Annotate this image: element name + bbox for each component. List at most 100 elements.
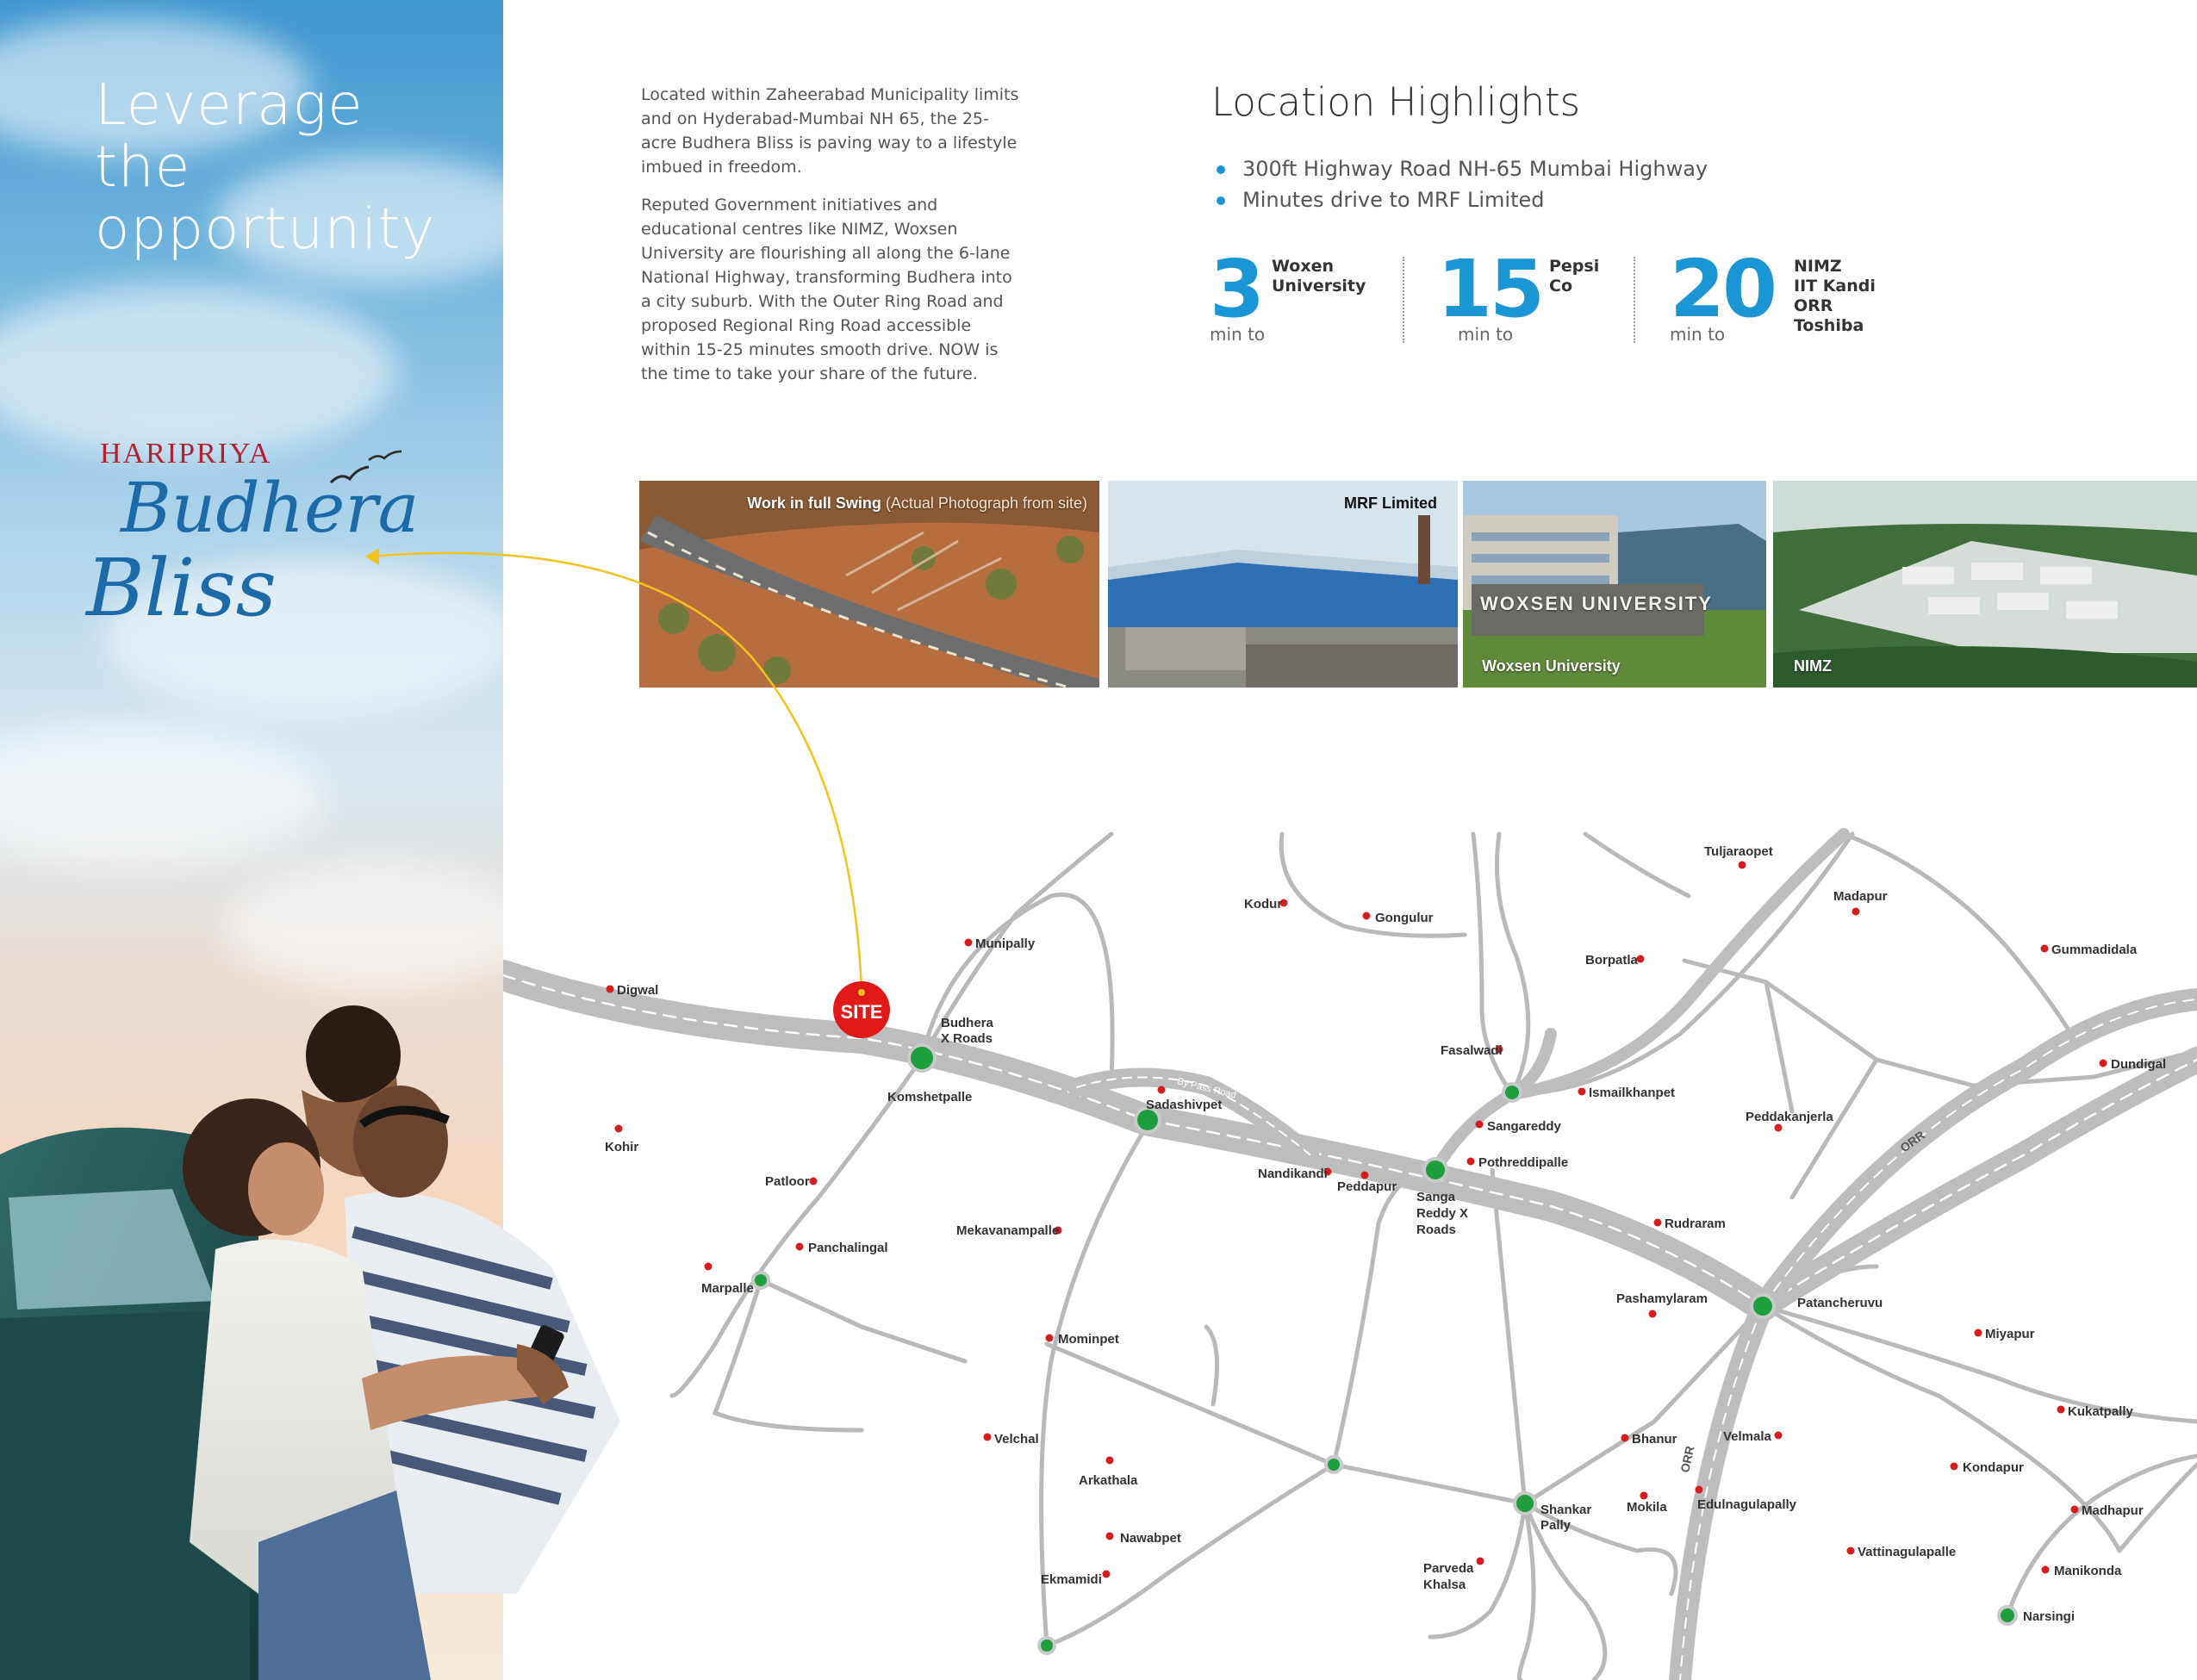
highlights-list: 300ft Highway Road NH-65 Mumbai Highway … xyxy=(1215,153,1708,215)
place-label: Peddakanjerla xyxy=(1746,1110,1833,1124)
stat-destination: NIMZ IIT Kandi ORR Toshiba xyxy=(1794,257,1876,336)
woxsen-photo-caption: Woxsen University xyxy=(1482,657,1621,675)
stat-pepsi: 15 min to Pepsi Co xyxy=(1437,243,1627,353)
page-headline: Leverage the opportunity xyxy=(95,74,474,260)
intro-paragraph: Located within Zaheerabad Municipality l… xyxy=(641,85,1019,177)
stat-divider xyxy=(1634,257,1635,343)
place-label: Kondapur xyxy=(1963,1460,2024,1475)
place-label: Pally xyxy=(1540,1518,1572,1533)
project-name-line: Bliss xyxy=(86,542,277,634)
stat-nimz: 20 min to NIMZ IIT Kandi ORR Toshiba xyxy=(1670,243,1894,353)
headline-line: opportunity xyxy=(95,196,436,262)
nimz-photo: NIMZ xyxy=(1773,481,2197,688)
place-label: Arkathala xyxy=(1079,1473,1138,1488)
site-photo-caption: Work in full Swing (Actual Photograph fr… xyxy=(747,495,1087,513)
site-label: SITE xyxy=(841,1001,883,1023)
site-photo-caption-sub: (Actual Photograph from site) xyxy=(885,495,1087,512)
place-label: Sadashivpet xyxy=(1146,1098,1222,1112)
intro-paragraph: Reputed Government initiatives and educa… xyxy=(641,196,1012,383)
place-label: Digwal xyxy=(617,983,658,998)
woxsen-sign: WOXSEN UNIVERSITY xyxy=(1480,593,1713,614)
junction-shankar-pally xyxy=(1513,1491,1537,1515)
woxsen-photo: WOXSEN UNIVERSITY Woxsen University xyxy=(1463,481,1766,688)
place-label: Patloor xyxy=(765,1174,810,1189)
stat-woxen: 3 min to Woxen University xyxy=(1210,243,1399,353)
place-label: X Roads xyxy=(941,1031,993,1046)
junction-marpalle xyxy=(751,1271,770,1290)
nimz-photo-image xyxy=(1773,481,2197,688)
nimz-photo-caption: NIMZ xyxy=(1794,657,1832,675)
place-label: Gongulur xyxy=(1375,911,1434,925)
headline-line: the xyxy=(95,134,191,200)
place-label: Nawabpet xyxy=(1120,1531,1181,1546)
orr-label: ORR xyxy=(1677,1445,1696,1474)
location-highlights-title: Location Highlights xyxy=(1211,79,1581,125)
place-label: Bhanur xyxy=(1632,1432,1677,1447)
place-label: Dundigal xyxy=(2111,1057,2166,1072)
stat-unit: min to xyxy=(1458,324,1514,345)
place-label: Shankar xyxy=(1540,1503,1591,1517)
place-label: Edulnagulapally xyxy=(1697,1497,1797,1512)
place-label: Roads xyxy=(1416,1223,1456,1237)
place-label: Velchal xyxy=(994,1432,1039,1447)
junction-budhera xyxy=(907,1043,937,1073)
place-label: Nandikandi xyxy=(1258,1167,1328,1181)
site-photo-caption-title: Work in full Swing xyxy=(747,495,881,512)
place-label: Patancheruvu xyxy=(1797,1296,1883,1310)
place-label: Kodur xyxy=(1244,897,1282,912)
project-name-line: Budhera xyxy=(121,468,420,548)
place-label: Borpatla xyxy=(1585,953,1639,968)
place-label: Panchalingal xyxy=(808,1241,888,1255)
stat-destination-line: Toshiba xyxy=(1794,316,1864,335)
place-label: Mokila xyxy=(1627,1500,1667,1515)
place-label: Fasalwadi xyxy=(1441,1043,1503,1058)
place-label: Kohir xyxy=(605,1140,638,1154)
intro-text: Located within Zaheerabad Municipality l… xyxy=(641,83,1020,400)
junction-south xyxy=(1037,1636,1056,1655)
place-label: Madhapur xyxy=(2082,1503,2144,1518)
place-label: Vattinagulapalle xyxy=(1858,1545,1956,1559)
stat-number: 20 xyxy=(1670,243,1777,335)
place-label: Ismailkhanpet xyxy=(1589,1086,1675,1100)
place-label: Parveda xyxy=(1423,1561,1474,1576)
place-label: Mekavanampalle xyxy=(956,1223,1059,1238)
place-label: Tuljaraopet xyxy=(1704,844,1773,859)
place-label: Reddy X xyxy=(1416,1206,1468,1221)
junction-patancheruvu xyxy=(1750,1293,1776,1319)
stat-destination-line: ORR xyxy=(1794,296,1833,315)
stat-destination: Woxen University xyxy=(1272,257,1366,296)
place-label: Rudraram xyxy=(1665,1216,1726,1231)
stat-divider xyxy=(1403,257,1404,343)
junction-sangareddy-north xyxy=(1502,1082,1522,1103)
place-label: Velmala xyxy=(1723,1429,1772,1444)
junction-sanga-reddy xyxy=(1422,1157,1448,1183)
stat-destination-line: University xyxy=(1272,277,1366,296)
place-label: Sangareddy xyxy=(1487,1119,1562,1134)
place-label: Komshetpalle xyxy=(887,1090,972,1104)
place-label: Narsingi xyxy=(2023,1609,2075,1624)
junction-mid xyxy=(1324,1455,1343,1474)
stat-number: 15 xyxy=(1437,243,1545,335)
site-marker[interactable]: SITE xyxy=(833,981,890,1038)
junction-narsingi xyxy=(1997,1605,2018,1626)
place-label: Gummadidala xyxy=(2051,943,2138,957)
place-label: Kukatpally xyxy=(2068,1404,2134,1419)
place-label: Marpalle xyxy=(701,1281,754,1296)
place-label: Pothreddipalle xyxy=(1478,1155,1568,1170)
place-label: Mominpet xyxy=(1058,1332,1119,1347)
place-label: Madapur xyxy=(1833,889,1888,904)
brand-name: HARIPRIYA xyxy=(100,438,272,470)
site-photo: Work in full Swing (Actual Photograph fr… xyxy=(639,481,1099,688)
highlight-item: Minutes drive to MRF Limited xyxy=(1215,184,1708,215)
place-label: Pashamylaram xyxy=(1616,1291,1708,1306)
project-logo: Budhera Bliss xyxy=(86,468,420,634)
headline-line: Leverage xyxy=(95,72,364,138)
stat-destination-line: Pepsi xyxy=(1549,257,1600,276)
mrf-photo: MRF Limited xyxy=(1108,481,1458,688)
place-label: Ekmamidi xyxy=(1041,1572,1102,1587)
stat-number: 3 xyxy=(1210,243,1265,335)
woxsen-photo-image xyxy=(1463,481,1766,688)
place-label: Miyapur xyxy=(1985,1327,2035,1341)
location-map[interactable]: By Pass Road ORR ORR SITE Digwal Kohir M… xyxy=(503,827,2197,1680)
place-label: Munipally xyxy=(975,936,1036,951)
